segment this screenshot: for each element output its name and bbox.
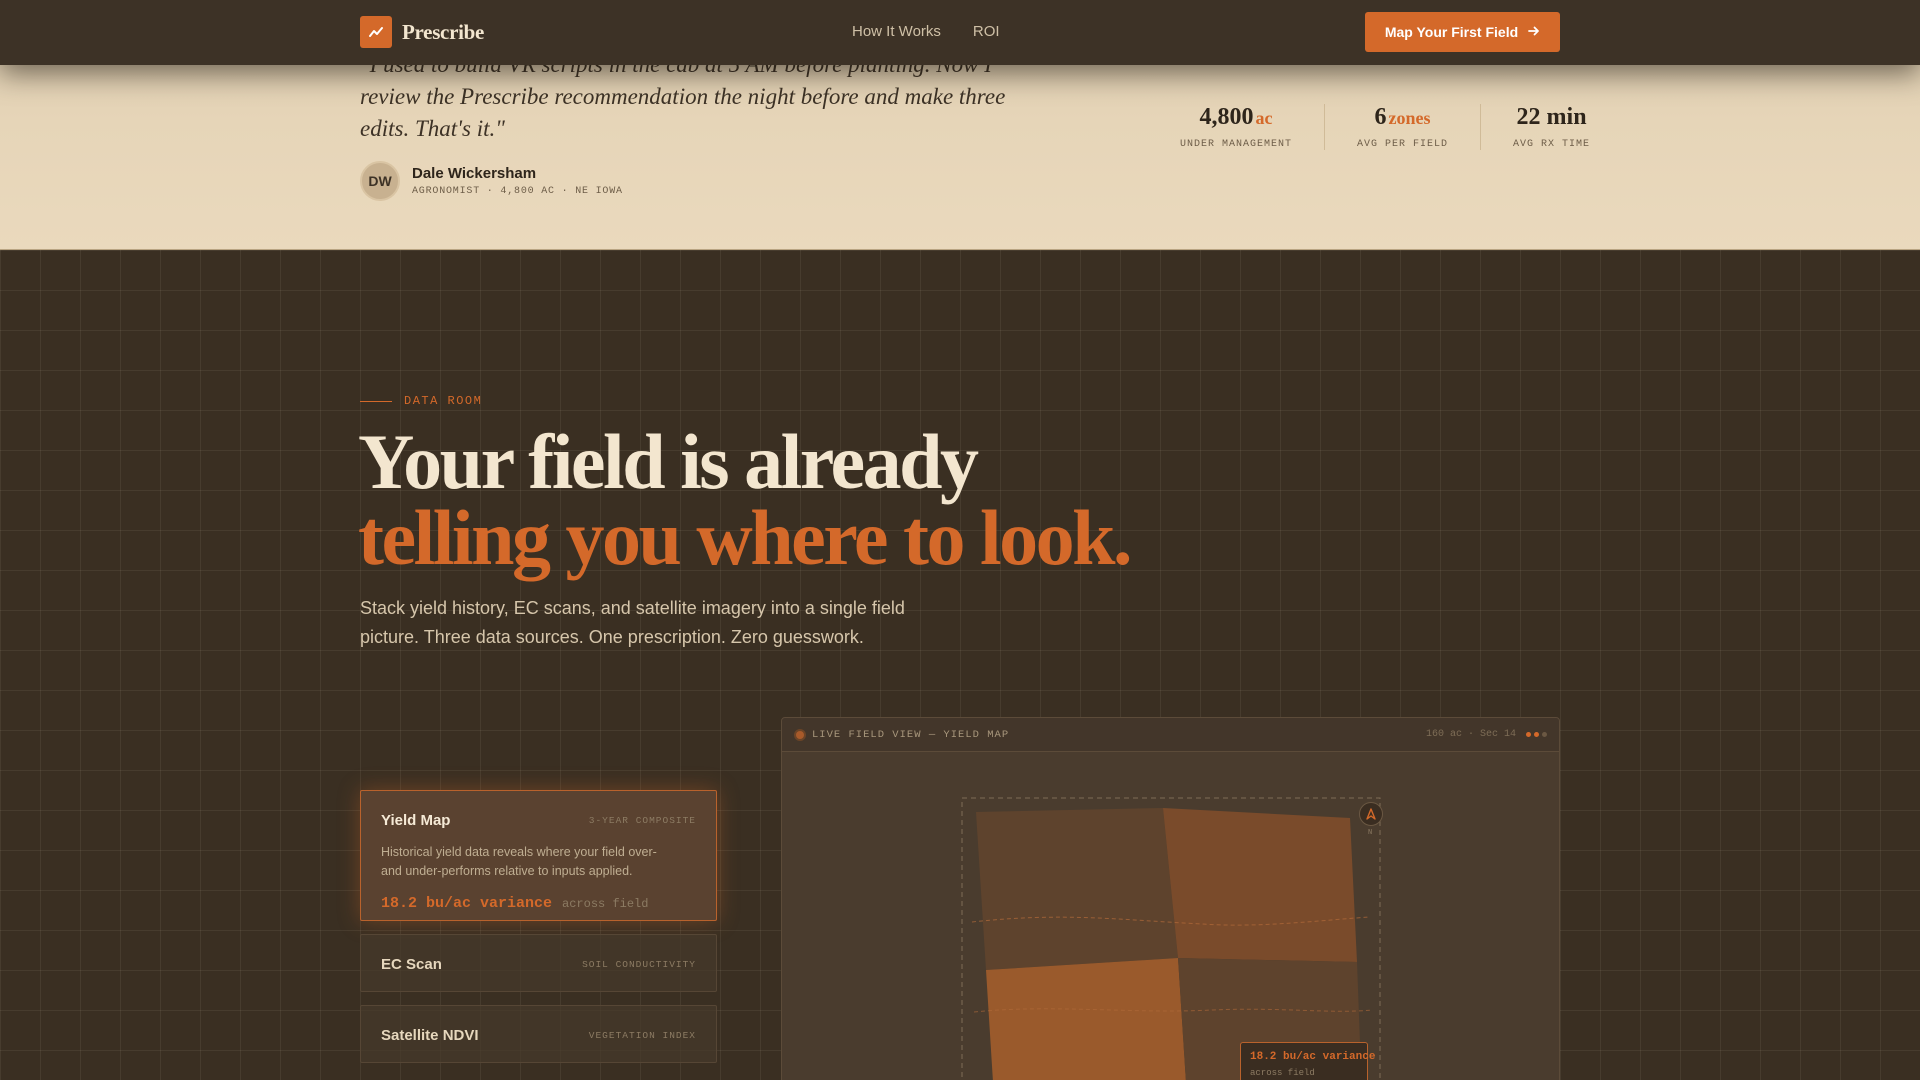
card-description: Historical yield data reveals where your… <box>381 845 657 878</box>
card-tag: 3-YEAR COMPOSITE <box>588 814 696 826</box>
window-dots <box>1526 732 1547 737</box>
tooltip-note: across field <box>1250 1068 1315 1078</box>
panel-meta: 160 ac · Sec 14 <box>1425 729 1516 740</box>
yield-map-canvas <box>961 797 1381 1080</box>
card-tag: SOIL CONDUCTIVITY <box>582 958 696 970</box>
trend-line-icon <box>360 16 392 48</box>
avatar: DW <box>360 161 400 201</box>
card-title: Satellite NDVI <box>381 1026 479 1044</box>
testimonial-author: DW Dale Wickersham AGRONOMIST · 4,800 AC… <box>360 161 623 201</box>
brand-name: Prescribe <box>402 19 485 44</box>
status-dot <box>1542 732 1547 737</box>
section-eyebrow: DATA ROOM <box>360 394 482 408</box>
nav-link-how-it-works[interactable]: How It Works <box>852 23 941 40</box>
section-subhead: Stack yield history, EC scans, and satel… <box>360 598 905 647</box>
eyebrow-text: DATA ROOM <box>404 394 483 408</box>
eyebrow-rule <box>360 400 392 402</box>
data-source-card-yield-map[interactable]: Yield Map 3-YEAR COMPOSITE Historical yi… <box>360 790 717 921</box>
stats-row: 4,800 ac UNDER MANAGEMENT 6 zones AVG PER … <box>1148 104 1622 150</box>
stat-label: AVG PER FIELD <box>1357 139 1449 150</box>
author-name: Dale Wickersham <box>412 165 537 182</box>
section-headline: Your field is already telling you where … <box>358 423 1133 581</box>
metric-note: across field <box>562 897 649 911</box>
live-dot-icon <box>794 728 806 741</box>
stat-label: AVG RX TIME <box>1513 139 1591 150</box>
arrow-right-icon <box>1528 24 1540 40</box>
stat-rx-time: 22 min AVG RX TIME <box>1480 104 1622 150</box>
yield-zone-ne <box>1163 808 1357 962</box>
stat-value: 22 min <box>1516 104 1587 130</box>
status-dot <box>1526 732 1531 737</box>
data-source-card-satellite-ndvi[interactable]: Satellite NDVI VEGETATION INDEX <box>360 1005 717 1063</box>
stat-unit: zones <box>1388 108 1431 128</box>
panel-title-wrap: LIVE FIELD VIEW — YIELD MAP <box>794 728 1010 741</box>
card-header: Yield Map 3-YEAR COMPOSITE <box>361 791 716 843</box>
tooltip-value: 18.2 bu/ac variance <box>1250 1051 1376 1063</box>
live-field-view-panel: LIVE FIELD VIEW — YIELD MAP 160 ac · Sec… <box>781 717 1560 1080</box>
stat-acres: 4,800 ac UNDER MANAGEMENT <box>1148 104 1324 150</box>
nav-links: How It Works ROI <box>852 23 1000 40</box>
card-metric: 18.2 bu/ac variance across field <box>361 881 716 912</box>
nav-link-roi[interactable]: ROI <box>973 23 1000 40</box>
north-arrow-icon[interactable] <box>1359 802 1383 826</box>
author-info: Dale Wickersham AGRONOMIST · 4,800 AC · … <box>412 165 623 197</box>
panel-title: LIVE FIELD VIEW — YIELD MAP <box>812 728 1010 741</box>
author-meta: AGRONOMIST · 4,800 AC · NE IOWA <box>412 186 623 197</box>
card-title: Yield Map <box>381 811 451 829</box>
compass-label: N <box>1368 829 1373 837</box>
stat-zones: 6 zones AVG PER FIELD <box>1324 104 1480 150</box>
stat-label: UNDER MANAGEMENT <box>1180 139 1293 150</box>
brand-logo[interactable]: Prescribe <box>360 16 484 48</box>
card-title: EC Scan <box>381 955 442 973</box>
data-room-section: DATA ROOM Your field is already telling … <box>0 250 1920 1080</box>
data-source-card-ec-scan[interactable]: EC Scan SOIL CONDUCTIVITY <box>360 934 717 992</box>
headline-line-1: Your field is already <box>358 418 979 505</box>
card-header: Satellite NDVI VEGETATION INDEX <box>361 1006 716 1064</box>
map-tooltip: 18.2 bu/ac variance across field <box>1240 1042 1376 1080</box>
yield-zone-sw <box>986 958 1186 1080</box>
card-header: EC Scan SOIL CONDUCTIVITY <box>361 935 716 993</box>
yield-zone-nw <box>976 808 1178 970</box>
panel-meta-wrap: 160 ac · Sec 14 <box>1426 729 1547 740</box>
panel-header: LIVE FIELD VIEW — YIELD MAP 160 ac · Sec… <box>782 718 1559 752</box>
headline-line-2: telling you where to look. <box>358 494 1133 581</box>
stat-value: 6 zones <box>1374 104 1431 130</box>
metric-value: 18.2 bu/ac variance <box>381 895 553 912</box>
map-first-field-button[interactable]: Map Your First Field <box>1365 12 1560 52</box>
status-dot <box>1534 732 1539 737</box>
top-nav: Prescribe How It Works ROI Map Your Firs… <box>0 0 1920 65</box>
stat-unit: ac <box>1255 108 1273 128</box>
cta-label: Map Your First Field <box>1384 24 1519 40</box>
stat-value: 4,800 ac <box>1199 104 1273 130</box>
card-tag: VEGETATION INDEX <box>588 1029 696 1041</box>
